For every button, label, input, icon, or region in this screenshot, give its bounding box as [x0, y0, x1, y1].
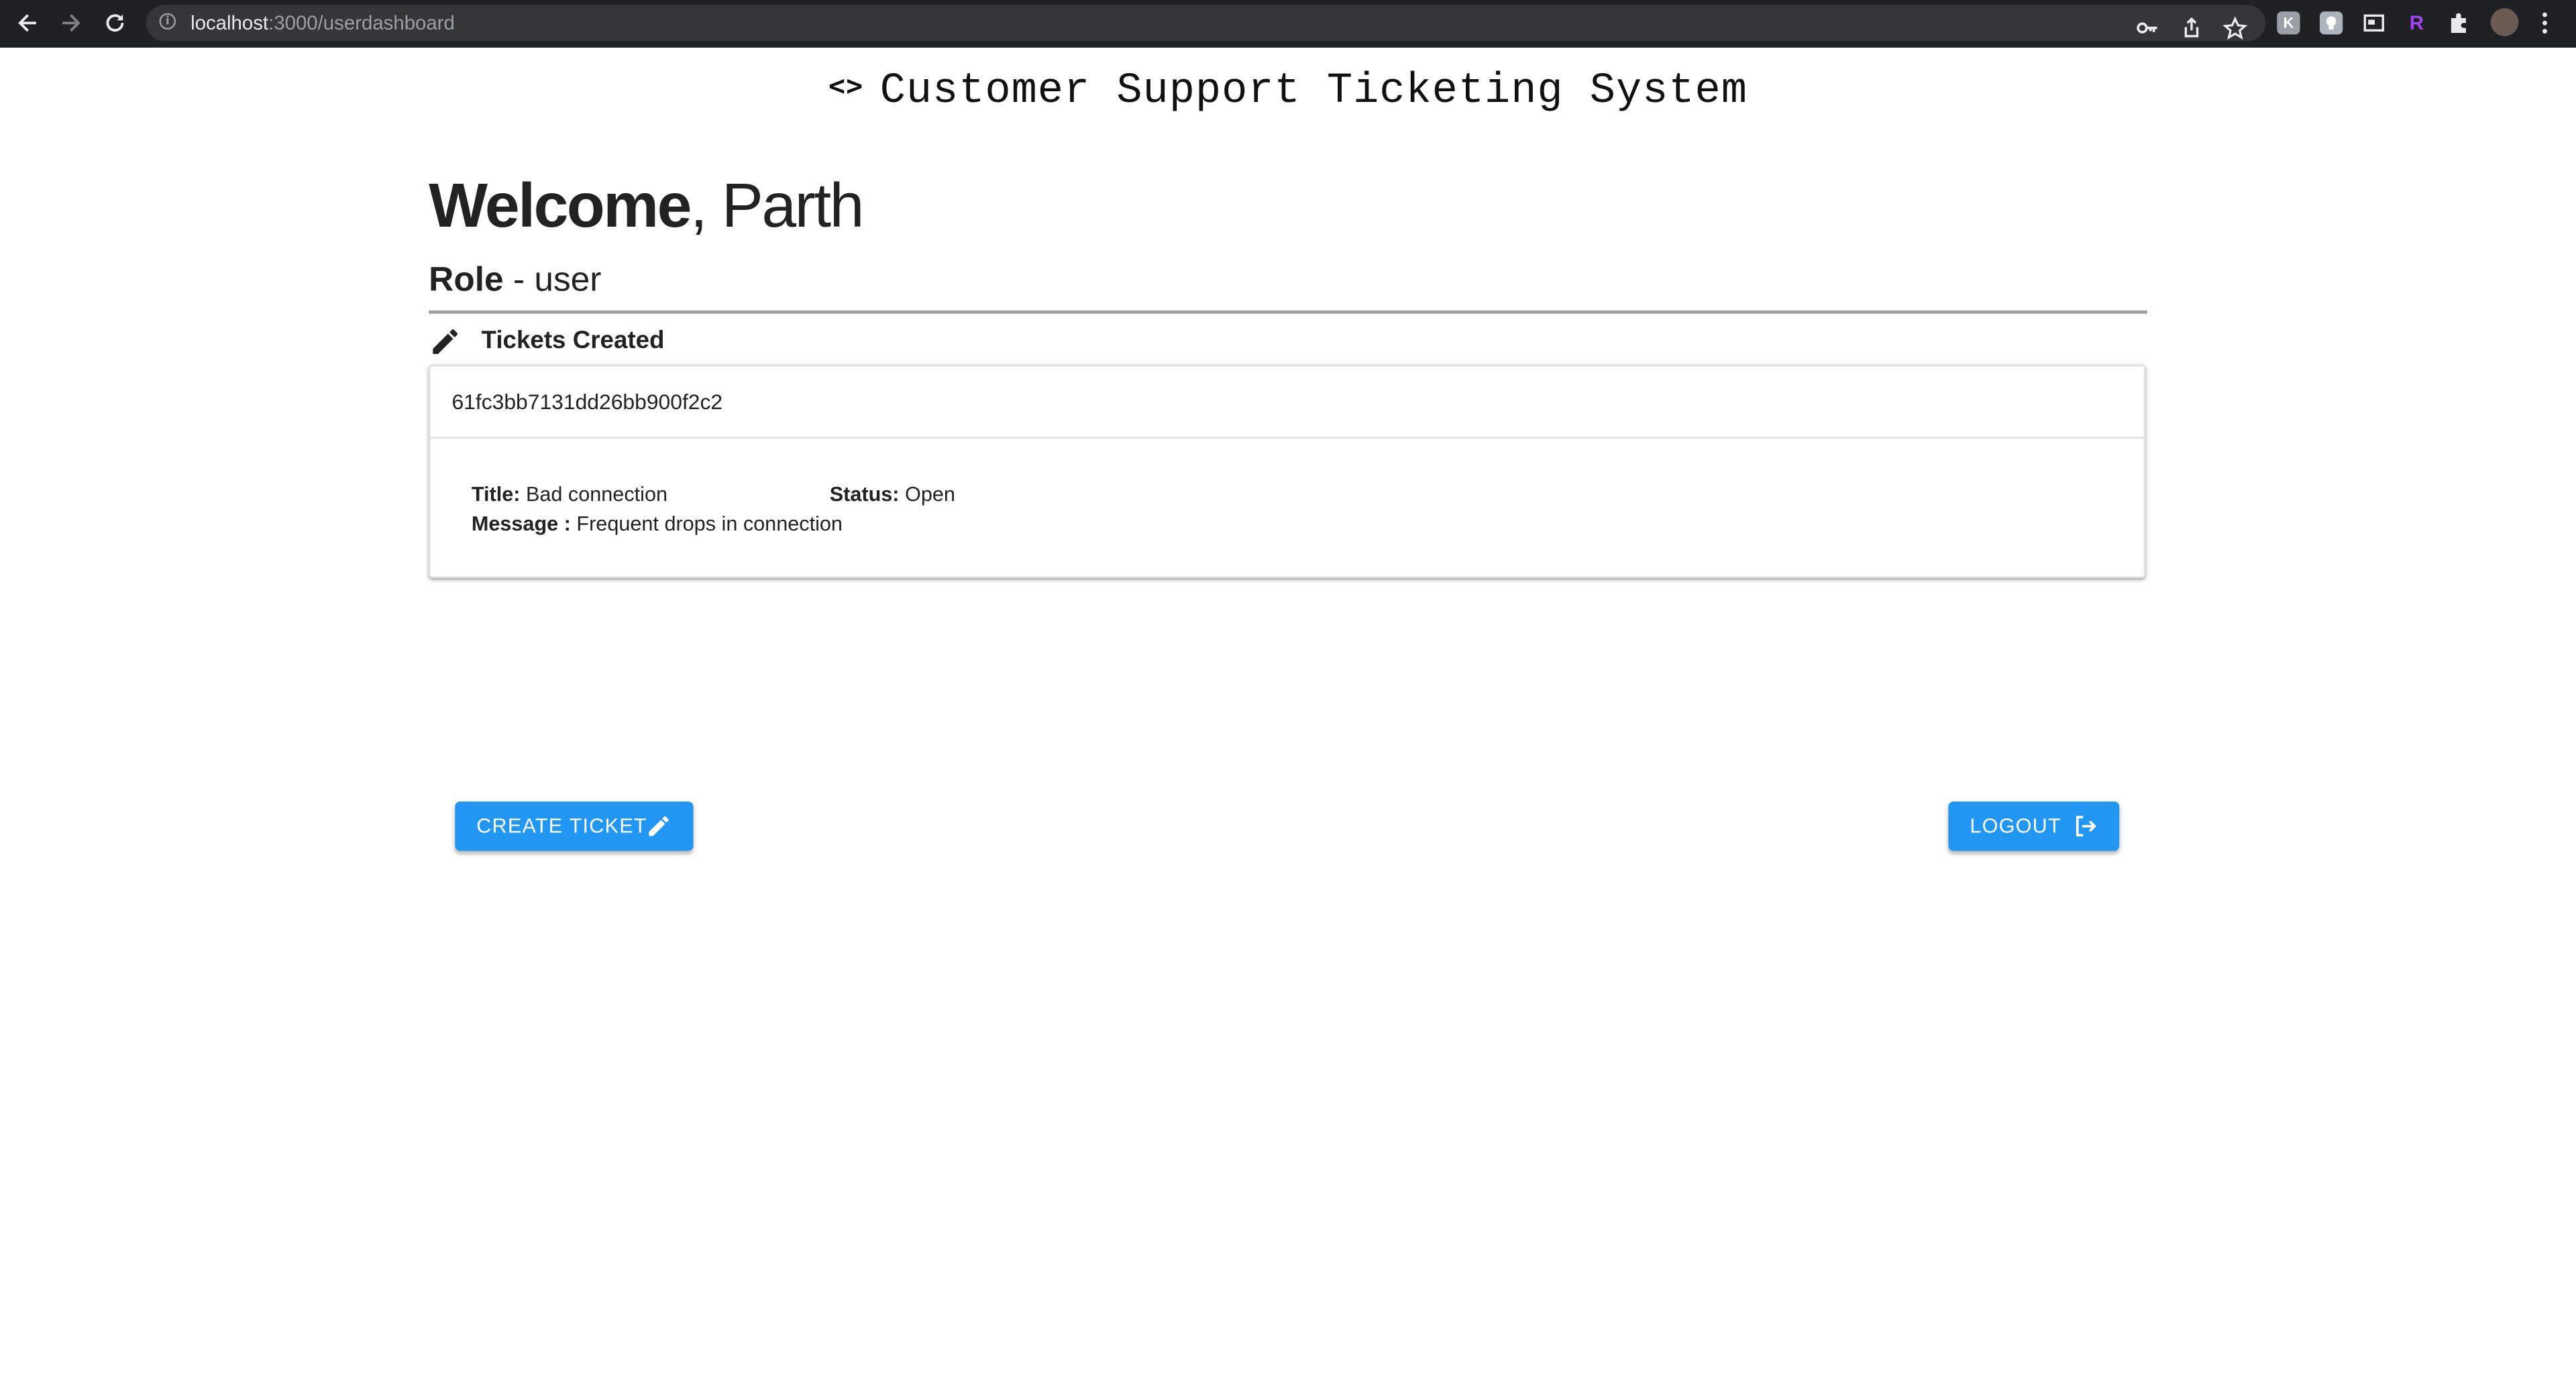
logout-button[interactable]: LOGOUT	[1948, 801, 2120, 851]
url-path: :3000/userdashboard	[268, 11, 455, 35]
menu-kebab-icon[interactable]	[2533, 11, 2556, 34]
ticket-separator	[430, 437, 2144, 439]
share-icon[interactable]	[2175, 11, 2208, 44]
create-ticket-label: CREATE TICKET	[476, 814, 647, 838]
url-host: localhost	[191, 11, 269, 35]
pencil-icon	[433, 329, 458, 354]
ticket-message-label: Message :	[471, 512, 571, 536]
profile-avatar-icon[interactable]	[2490, 8, 2519, 36]
tickets-section-title: Tickets Created	[481, 327, 665, 355]
ticket-message: Message : Frequent drops in connection	[472, 512, 843, 535]
role-value: - user	[503, 261, 602, 299]
site-info-icon[interactable]: i	[159, 13, 176, 30]
url-text: localhost:3000/userdashboard	[191, 11, 455, 34]
welcome-user-name: , Parth	[690, 172, 864, 242]
screen: i localhost:3000/userdashboard K R <> Cu…	[0, 0, 2576, 1391]
welcome-heading: Welcome, Parth	[429, 169, 864, 245]
ticket-title: Title: Bad connection	[472, 483, 667, 506]
welcome-greeting: Welcome	[429, 172, 692, 242]
role-label: Role	[429, 261, 504, 299]
ticket-status-value: Open	[899, 483, 955, 506]
bookmark-star-icon[interactable]	[2218, 11, 2251, 44]
key-icon[interactable]	[2131, 11, 2163, 44]
role-line: Role - user	[429, 260, 601, 302]
divider	[429, 310, 2147, 314]
extension-k-icon[interactable]: K	[2277, 11, 2300, 35]
ticket-title-value: Bad connection	[520, 483, 668, 506]
site-title-text: Customer Support Ticketing System	[879, 65, 1748, 115]
back-icon[interactable]	[10, 7, 46, 40]
ticket-status-label: Status:	[829, 483, 900, 506]
reload-icon[interactable]	[97, 7, 133, 40]
pencil-icon	[649, 816, 669, 836]
forward-icon[interactable]	[52, 7, 89, 40]
ticket-id: 61fc3bb7131dd26bb900f2c2	[451, 389, 723, 414]
ticket-card[interactable]: 61fc3bb7131dd26bb900f2c2 Title: Bad conn…	[429, 364, 2146, 579]
extensions-puzzle-icon[interactable]	[2448, 11, 2471, 34]
browser-toolbar: i localhost:3000/userdashboard K R	[0, 0, 2576, 48]
site-title: <> Customer Support Ticketing System	[0, 66, 2576, 115]
ticket-title-label: Title:	[471, 483, 521, 506]
create-ticket-button[interactable]: CREATE TICKET	[455, 801, 694, 851]
logout-icon	[2076, 816, 2097, 837]
logout-label: LOGOUT	[1970, 814, 2061, 838]
code-icon: <>	[828, 70, 864, 104]
address-bar[interactable]: i localhost:3000/userdashboard	[146, 5, 2266, 44]
ticket-message-value: Frequent drops in connection	[570, 512, 843, 536]
extension-window-icon[interactable]	[2363, 11, 2385, 34]
extension-r-icon[interactable]: R	[2405, 11, 2428, 34]
ticket-status: Status: Open	[830, 483, 955, 506]
extension-bulb-icon[interactable]	[2319, 11, 2343, 35]
